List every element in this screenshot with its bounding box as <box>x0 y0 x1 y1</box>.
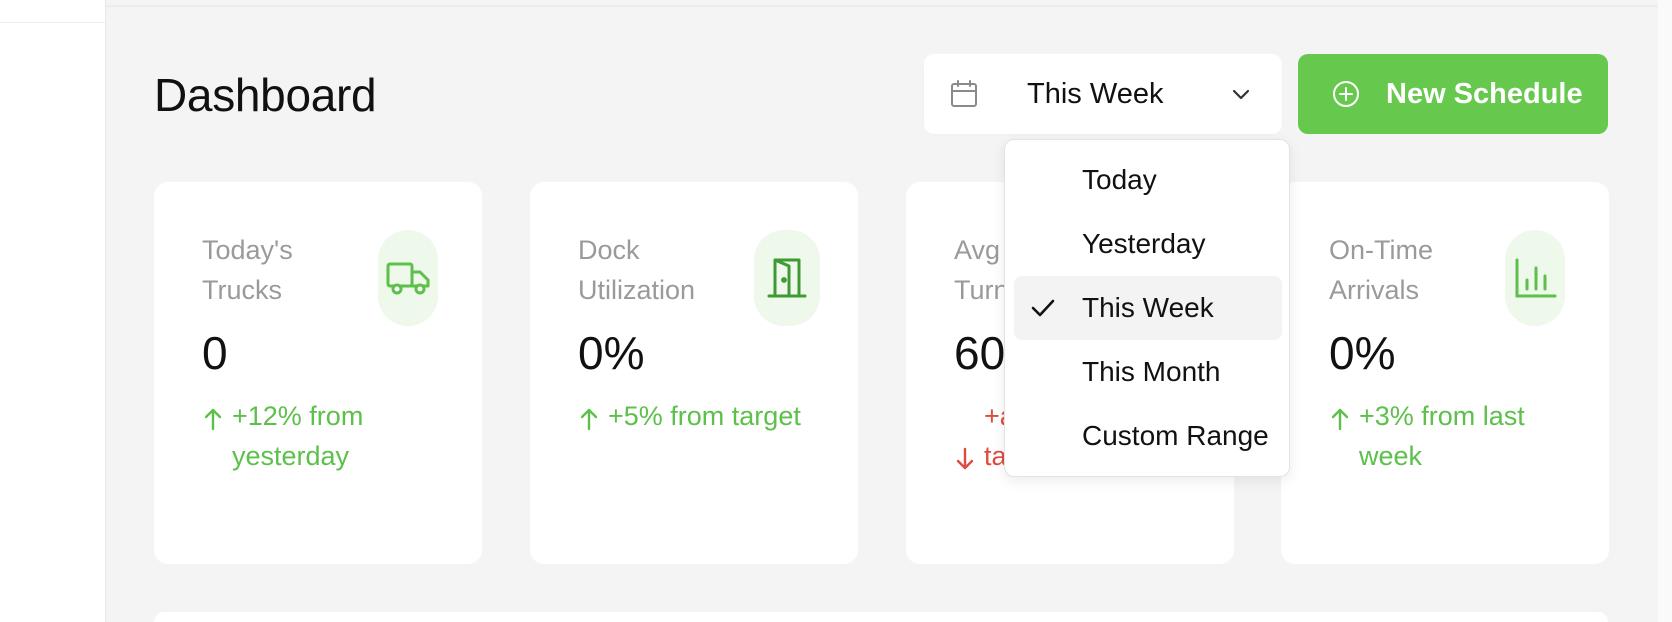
bar-chart-icon <box>1515 258 1557 298</box>
arrow-up-icon <box>580 408 598 431</box>
stat-label: Today's Trucks <box>202 235 293 305</box>
stat-trend: +12% from yesterday <box>202 396 432 476</box>
stat-trend: +3% from last week <box>1329 396 1559 476</box>
new-schedule-button[interactable]: New Schedule <box>1298 54 1608 134</box>
chevron-down-icon <box>1232 89 1250 100</box>
bottom-panel <box>154 612 1608 622</box>
sidebar-divider <box>0 22 106 23</box>
check-icon <box>1031 299 1055 317</box>
stat-value: 0% <box>578 327 645 379</box>
menu-option-this-month[interactable]: This Month <box>1014 340 1282 404</box>
menu-option-custom-range[interactable]: Custom Range <box>1014 404 1282 468</box>
arrow-down-icon <box>956 447 974 470</box>
calendar-icon <box>951 80 977 107</box>
date-range-select[interactable]: This Week <box>924 54 1282 134</box>
stat-icon-badge <box>378 230 438 326</box>
stat-trend: +5% from target <box>578 396 808 436</box>
stat-value: 0% <box>1329 327 1396 379</box>
stat-icon-badge <box>754 230 820 326</box>
menu-option-label: Yesterday <box>1082 228 1206 259</box>
arrow-up-icon <box>204 408 222 431</box>
door-icon <box>767 258 807 298</box>
new-schedule-label: New Schedule <box>1386 78 1583 110</box>
stat-label: Dock Utilization <box>578 235 696 305</box>
stat-trend-text: +3% from last week <box>1359 401 1525 471</box>
menu-option-today[interactable]: Today <box>1014 148 1282 212</box>
stat-card-on-time-arrivals: On-Time Arrivals 0% +3% from last week <box>1281 182 1609 564</box>
menu-option-yesterday[interactable]: Yesterday <box>1014 212 1282 276</box>
plus-circle-icon <box>1333 81 1359 107</box>
menu-option-label: Custom Range <box>1082 420 1269 451</box>
date-range-menu: Today Yesterday This Week This Month Cus… <box>1004 139 1290 477</box>
date-range-value: This Week <box>1027 78 1164 110</box>
menu-option-this-week[interactable]: This Week <box>1014 276 1282 340</box>
top-divider <box>106 5 1672 7</box>
stat-trend-text: +12% from yesterday <box>232 401 364 471</box>
menu-option-label: This Month <box>1082 356 1221 387</box>
stat-value: 0 <box>202 327 228 379</box>
sidebar <box>0 0 106 622</box>
stat-card-todays-trucks: Today's Trucks 0 +12% from yesterday <box>154 182 482 564</box>
stat-label: On-Time Arrivals <box>1329 235 1434 305</box>
arrow-up-icon <box>1331 408 1349 431</box>
stat-trend-text: +5% from target <box>608 401 801 431</box>
scrollbar-track[interactable] <box>1658 0 1672 622</box>
stat-value: 60 <box>954 327 1006 379</box>
truck-icon <box>386 262 430 295</box>
stat-icon-badge <box>1505 230 1565 326</box>
stat-card-dock-utilization: Dock Utilization 0% +5% from target <box>530 182 858 564</box>
page-title: Dashboard <box>154 69 377 121</box>
menu-option-label: This Week <box>1082 292 1214 323</box>
menu-option-label: Today <box>1082 164 1157 195</box>
